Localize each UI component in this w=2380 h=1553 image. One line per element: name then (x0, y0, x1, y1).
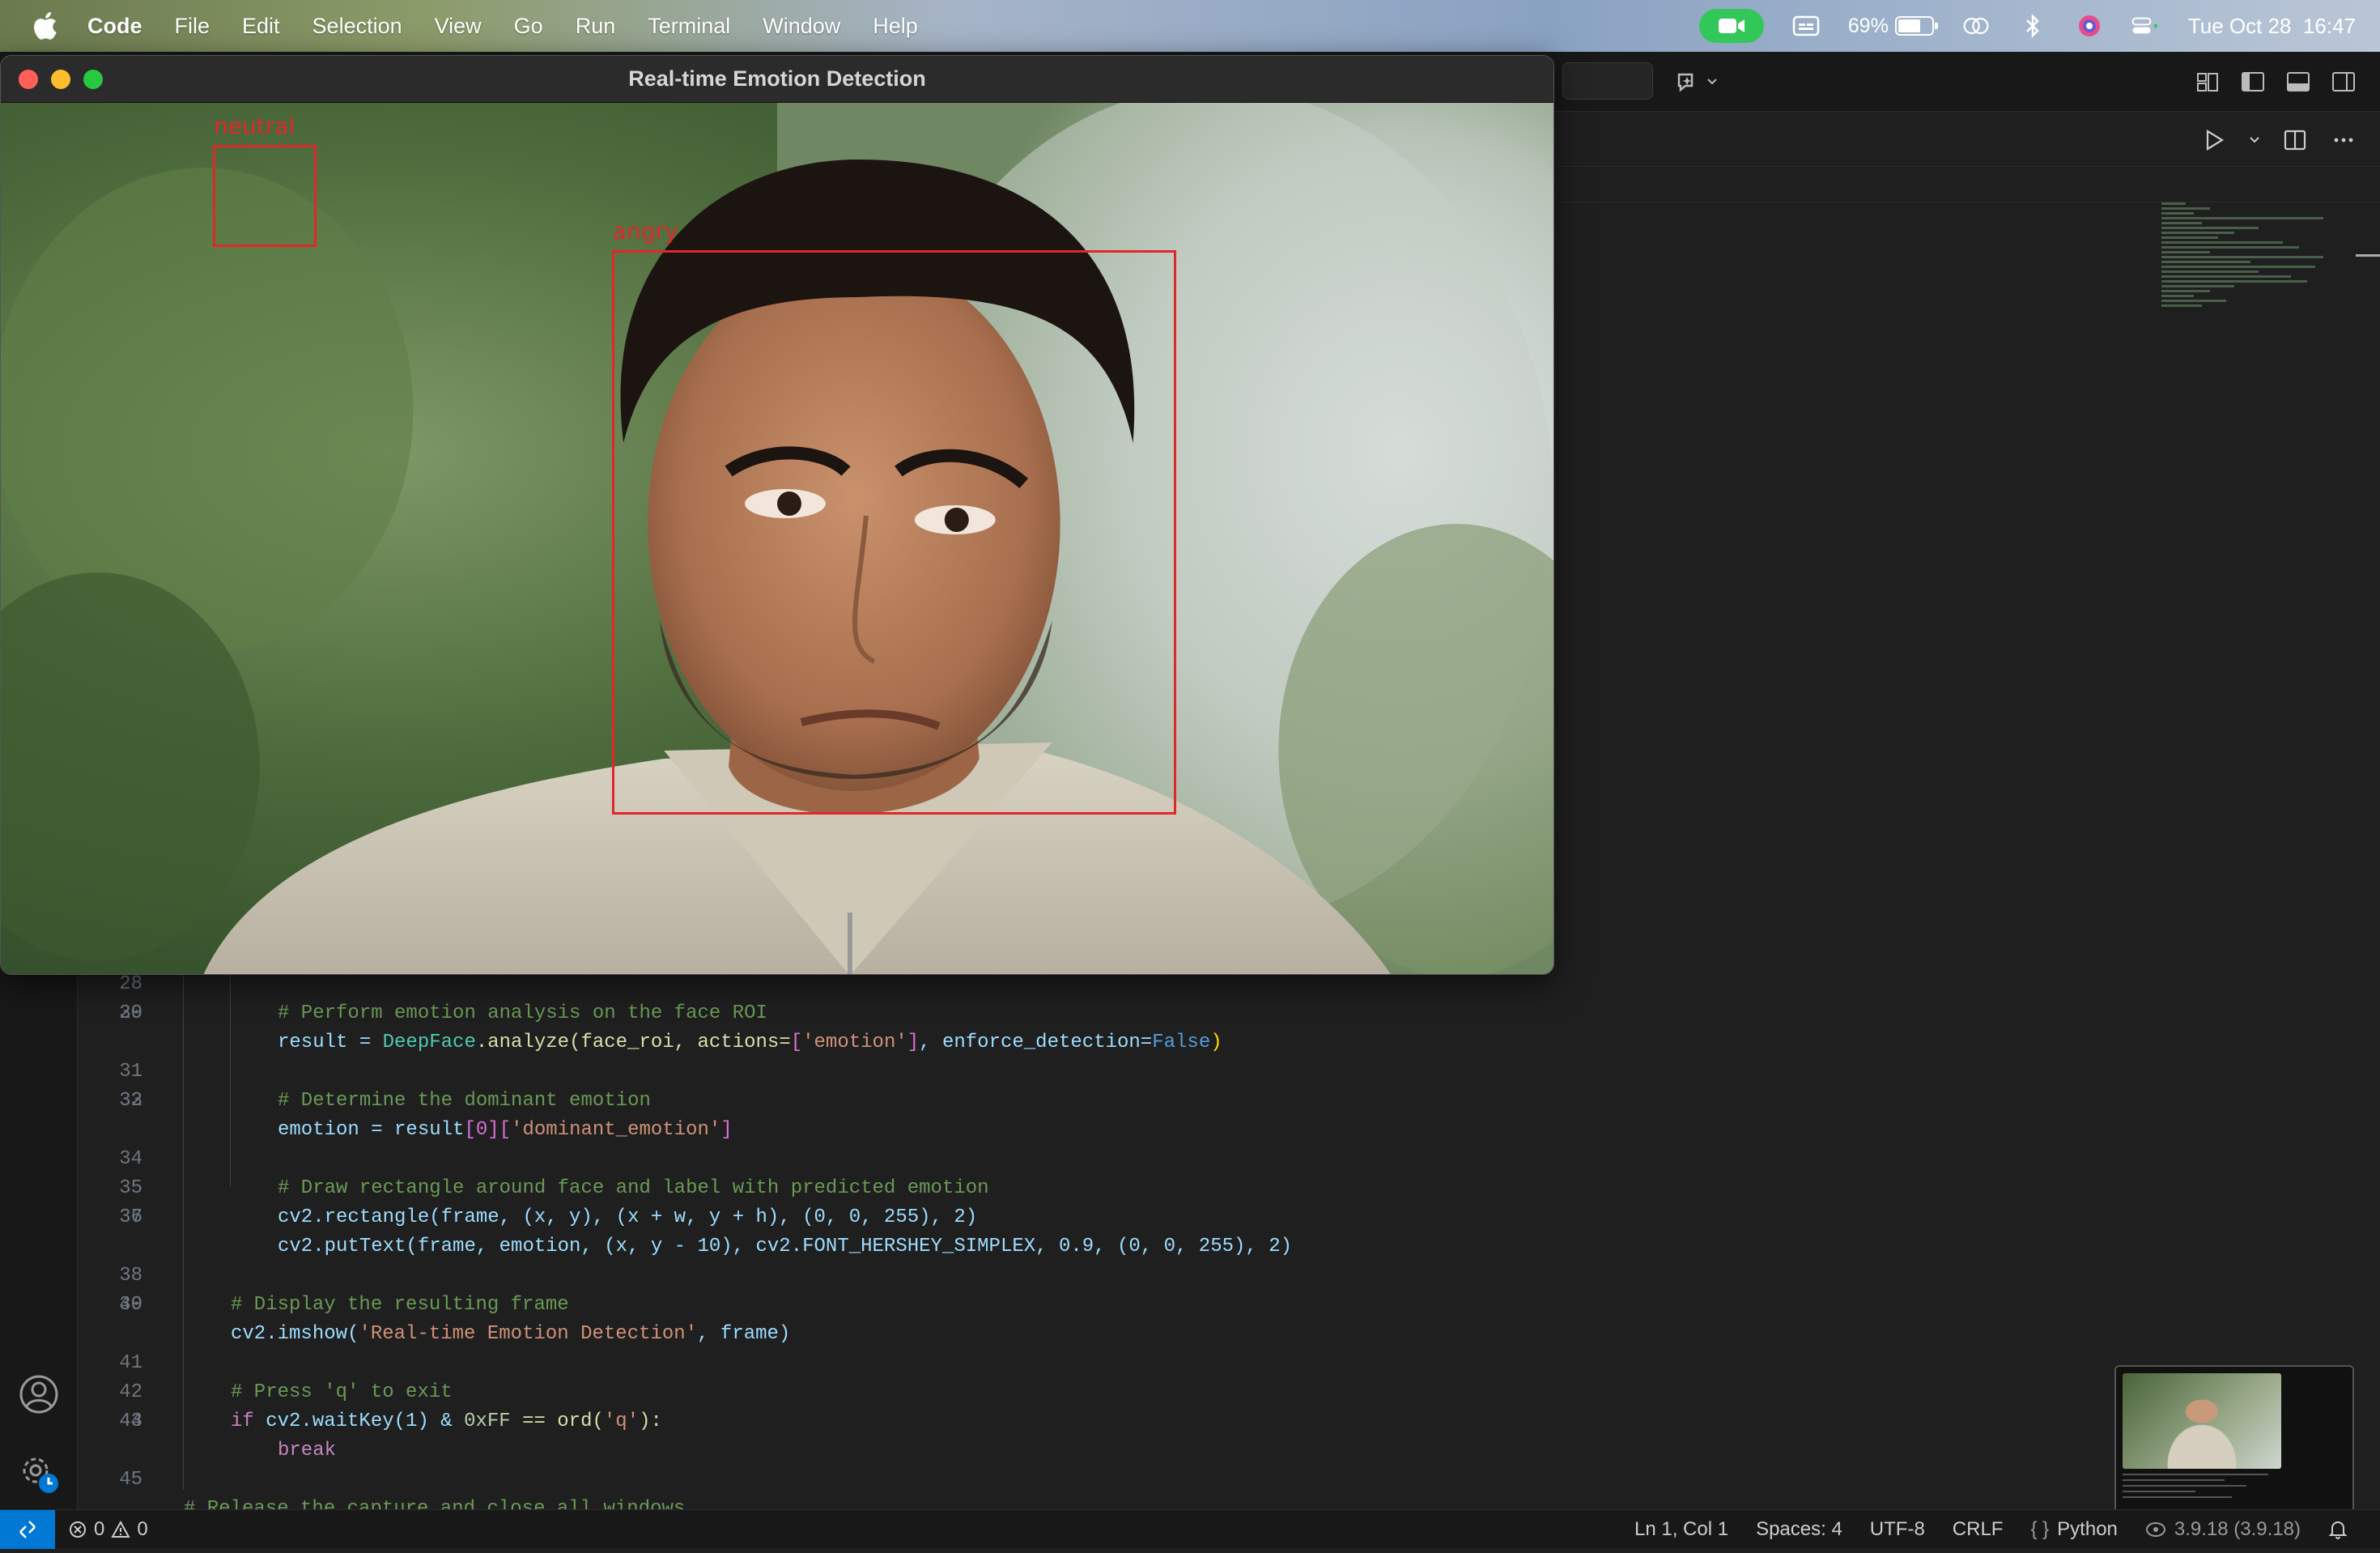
manage-gear-icon[interactable] (18, 1451, 63, 1496)
run-python-file-icon[interactable] (2200, 126, 2228, 154)
cursor-position[interactable]: Ln 1, Col 1 (1634, 1518, 1728, 1541)
error-count: 0 (94, 1517, 105, 1540)
video-camera-icon (1718, 19, 1745, 33)
command-center[interactable] (1562, 62, 1653, 100)
battery-percent: 69% (1847, 14, 1889, 37)
activity-bar (0, 923, 78, 1509)
minimap[interactable] (2161, 202, 2356, 413)
status-bar: 0 0 Ln 1, Col 1 Spaces: 4 UTF-8 CRLF { }… (0, 1509, 2380, 1549)
code-line: 38 # Display the resulting frame (119, 1265, 569, 1316)
split-editor-icon[interactable] (2281, 126, 2309, 154)
emotion-detection-window[interactable]: Real-time Emotion Detection neutral angr… (0, 55, 1554, 975)
code-editor[interactable]: 27 28 # Perform emotion analysis on the … (78, 915, 2102, 1520)
notifications-bell-icon[interactable] (2328, 1519, 2348, 1540)
minimize-window-button[interactable] (51, 70, 70, 89)
menu-go[interactable]: Go (514, 14, 543, 39)
code-line: 45 # Release the capture and close all w… (119, 1469, 685, 1520)
interpreter-icon (2145, 1522, 2165, 1537)
remote-icon (19, 1520, 36, 1538)
code-line: 41 # Press 'q' to exit (119, 1352, 453, 1403)
toggle-panel-icon[interactable] (2284, 68, 2312, 96)
menu-app-name[interactable]: Code (87, 14, 142, 39)
editor-tab-bar (1558, 112, 2380, 167)
zoom-window-button[interactable] (83, 70, 103, 89)
menu-selection[interactable]: Selection (312, 14, 402, 39)
language-label: Python (2057, 1518, 2118, 1540)
warning-icon (111, 1520, 131, 1538)
window-title-bar[interactable]: Real-time Emotion Detection (1, 56, 1553, 103)
customize-layout-icon[interactable] (2194, 68, 2221, 96)
detection-label-angry: angry (613, 218, 678, 245)
menu-edit[interactable]: Edit (242, 14, 280, 39)
menu-terminal[interactable]: Terminal (648, 14, 730, 39)
code-line: 34 # Draw rectangle around face and labe… (119, 1148, 989, 1199)
editor-scrollbar[interactable] (2356, 254, 2380, 257)
menu-window[interactable]: Window (763, 14, 840, 39)
window-title: Real-time Emotion Detection (628, 66, 926, 91)
problems-indicator[interactable]: 0 0 (68, 1518, 148, 1541)
toggle-secondary-sidebar-icon[interactable] (2330, 68, 2357, 96)
menu-help[interactable]: Help (873, 14, 918, 39)
code-line: 39 cv2.imshow('Real-time Emotion Detecti… (119, 1294, 791, 1345)
language-mode[interactable]: { } Python (2030, 1518, 2117, 1541)
menubar-clock[interactable]: Tue Oct 28 16:47 (2188, 14, 2356, 39)
menu-file[interactable]: File (175, 14, 210, 39)
siri-icon[interactable] (2075, 11, 2104, 40)
code-line: 43 break (119, 1410, 337, 1462)
warning-count: 0 (137, 1517, 148, 1540)
code-line: 42 if cv2.waitKey(1) & 0xFF == ord('q'): (119, 1381, 662, 1432)
close-window-button[interactable] (19, 70, 38, 89)
error-icon (70, 1521, 86, 1538)
account-icon[interactable] (18, 1373, 60, 1415)
control-center-icon[interactable] (2131, 11, 2161, 40)
apple-logo-icon[interactable] (31, 10, 63, 42)
webcam-preview-thumbnail[interactable] (2114, 1365, 2354, 1524)
macos-menu-bar: Code File Edit Selection View Go Run Ter… (0, 0, 2380, 52)
battery-indicator[interactable]: 69% (1847, 14, 1938, 38)
menu-run[interactable]: Run (576, 14, 616, 39)
run-dropdown-chevron-icon[interactable] (2249, 126, 2260, 154)
code-line: 36 cv2.putText(frame, emotion, (x, y - 1… (119, 1206, 1293, 1257)
end-of-line[interactable]: CRLF (1953, 1518, 2004, 1541)
code-line: 32 emotion = result[0]['dominant_emotion… (119, 1090, 733, 1141)
python-interpreter[interactable]: 3.9.18 (3.9.18) (2145, 1518, 2301, 1541)
battery-icon (1894, 16, 1938, 36)
code-line: 35 cv2.rectangle(frame, (x, y), (x + w, … (119, 1177, 978, 1228)
encoding[interactable]: UTF-8 (1870, 1518, 1925, 1541)
code-line: 31 # Determine the dominant emotion (119, 1061, 651, 1112)
preview-image (2123, 1373, 2281, 1469)
detection-label-neutral: neutral (214, 113, 295, 139)
toggle-primary-sidebar-icon[interactable] (2239, 68, 2267, 96)
webcam-frame: neutral angry (1, 103, 1553, 974)
breadcrumb (1558, 167, 2380, 202)
copilot-button[interactable] (1674, 68, 1723, 96)
screen-mirroring-icon[interactable] (1961, 11, 1991, 40)
bluetooth-icon[interactable] (2018, 11, 2047, 40)
camera-in-use-indicator[interactable] (1698, 9, 1764, 43)
remote-indicator-button[interactable] (0, 1509, 55, 1549)
detection-box-neutral (213, 145, 317, 247)
caption-icon[interactable] (1791, 11, 1821, 40)
interpreter-version: 3.9.18 (3.9.18) (2174, 1518, 2301, 1540)
copilot-icon (1677, 73, 1717, 92)
more-actions-icon[interactable] (2330, 126, 2357, 154)
indentation[interactable]: Spaces: 4 (1756, 1518, 1842, 1541)
detection-box-angry (612, 250, 1176, 815)
menu-view[interactable]: View (435, 14, 482, 39)
braces-icon: { } (2030, 1518, 2050, 1540)
